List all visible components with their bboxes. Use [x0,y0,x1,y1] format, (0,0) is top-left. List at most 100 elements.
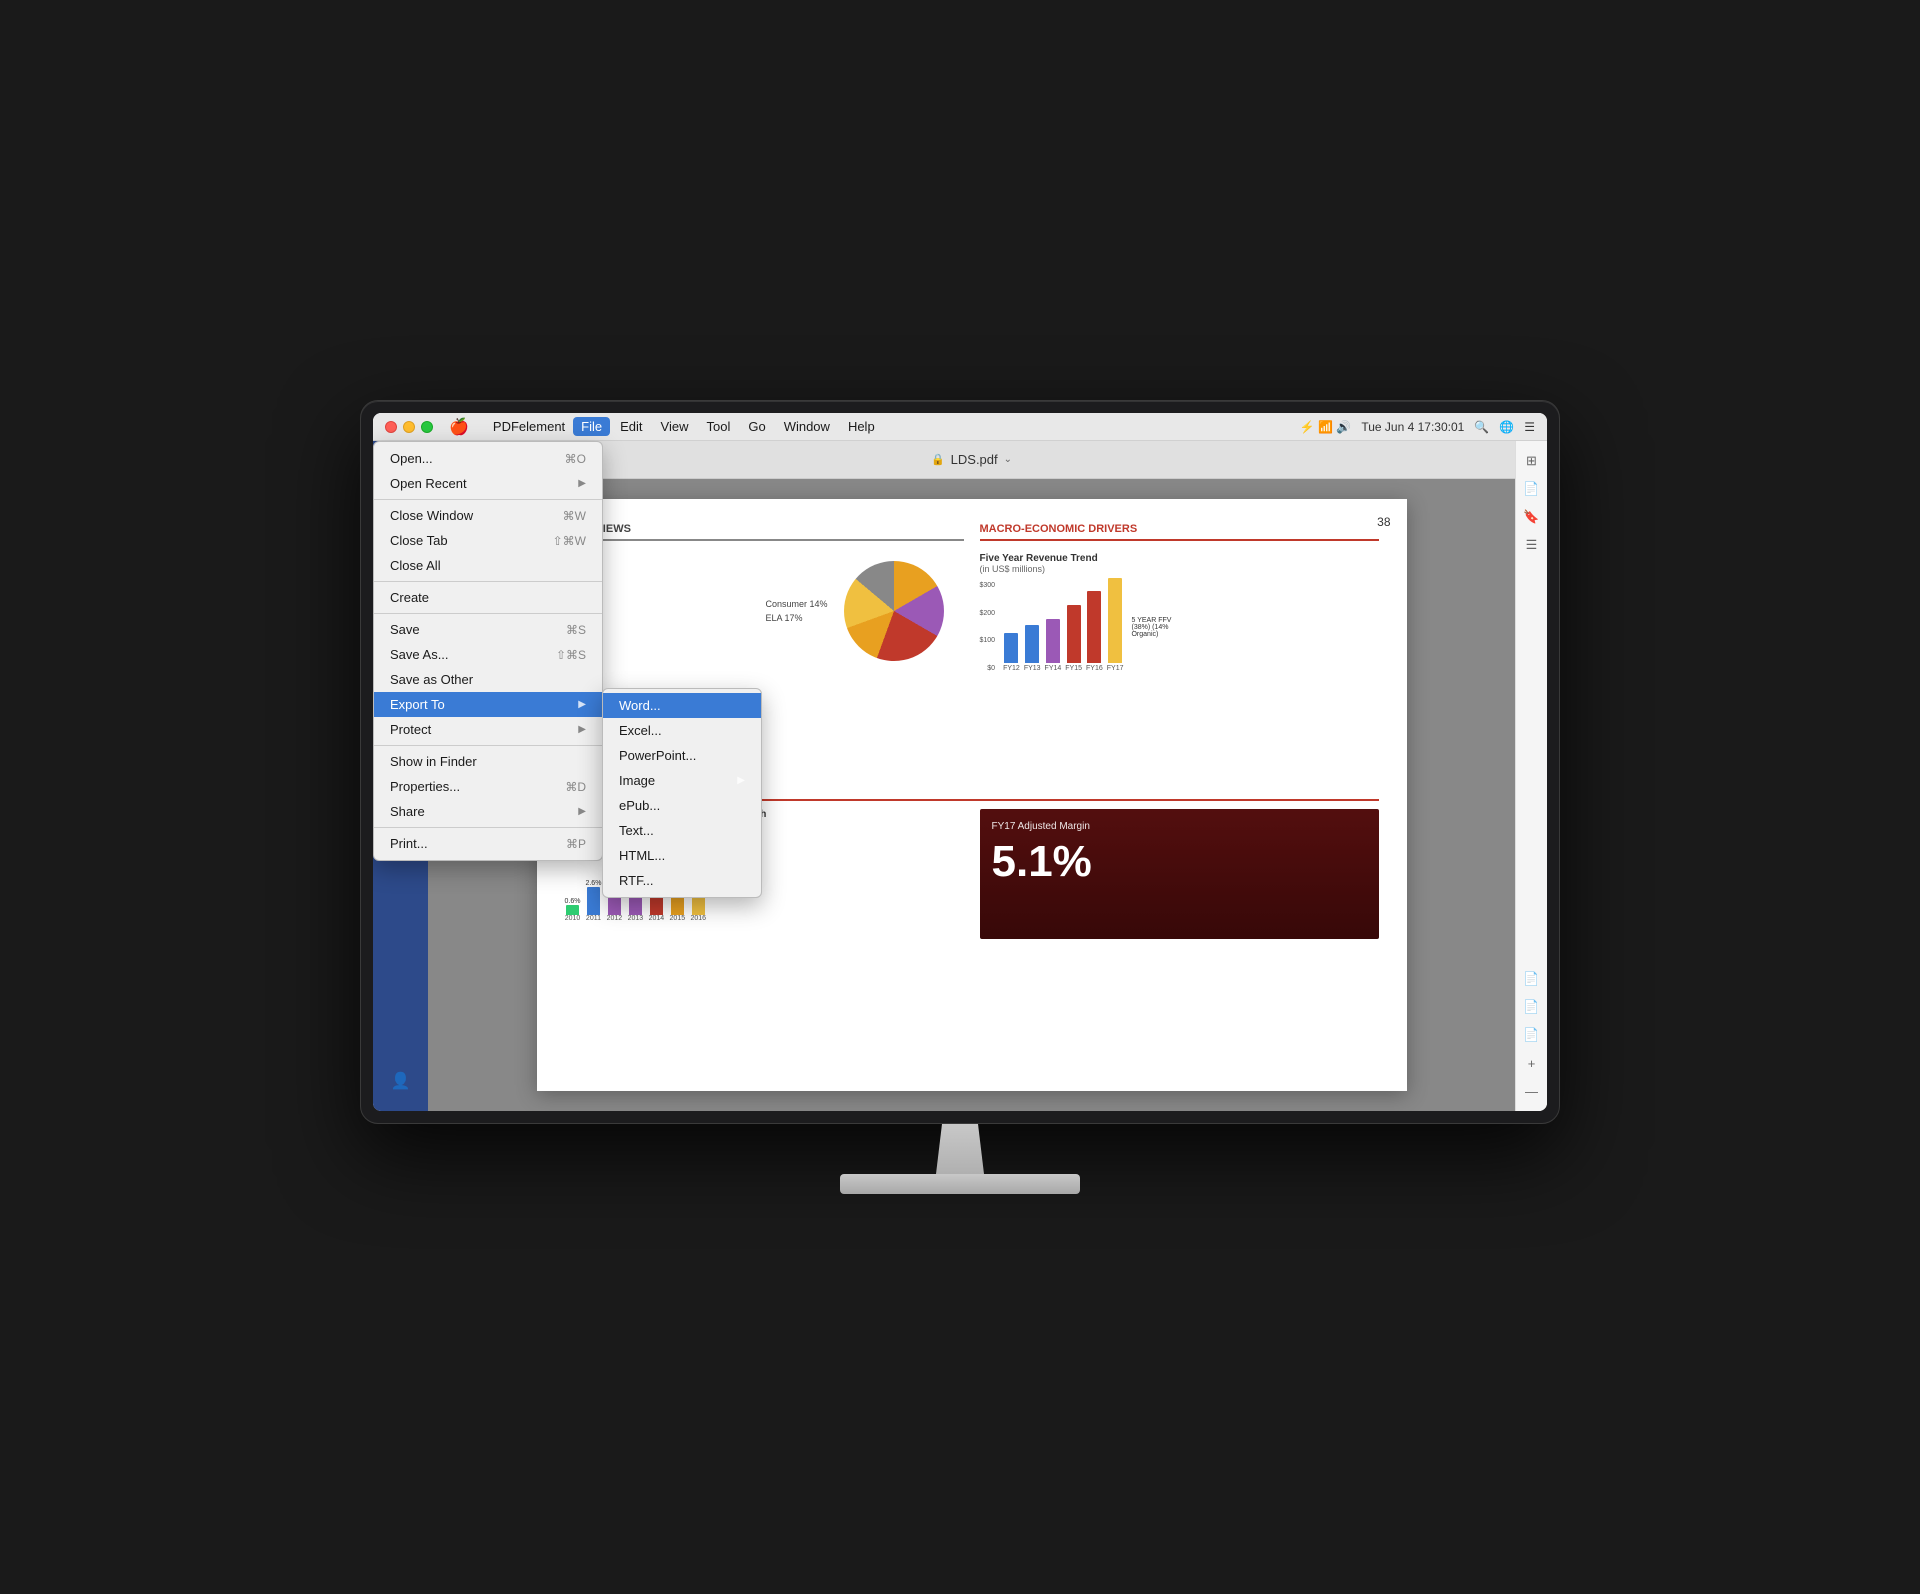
right-dl1-icon[interactable]: 📄 [1520,967,1544,991]
right-doc-icon[interactable]: 📄 [1520,477,1544,501]
submenu-image[interactable]: Image ▶ [603,768,761,793]
legend-consumer: Consumer 14% [765,599,827,609]
submenu-word-label: Word... [619,698,661,713]
submenu-html[interactable]: HTML... [603,843,761,868]
right-minus-icon[interactable]: — [1520,1079,1544,1103]
submenu-excel-label: Excel... [619,723,662,738]
traffic-lights [385,421,433,433]
tab-chevron-icon[interactable]: ⌄ [1004,454,1012,465]
separator-1 [374,499,602,500]
submenu-epub[interactable]: ePub... [603,793,761,818]
maximize-button[interactable] [421,421,433,433]
rev-bar-fy13: FY13 [1024,625,1041,672]
menubar-globe-icon[interactable]: 🌐 [1499,420,1514,434]
submenu-text[interactable]: Text... [603,818,761,843]
menubar-file[interactable]: File [573,417,610,436]
right-bottom: 📄 📄 📄 + — [1520,967,1544,1103]
menu-save-as-other-label: Save as Other [390,672,473,687]
legend-ela: ELA 17% [765,613,827,623]
submenu-powerpoint[interactable]: PowerPoint... [603,743,761,768]
menu-protect[interactable]: Protect ▶ [374,717,602,742]
menubar-help[interactable]: Help [840,417,883,436]
minimize-button[interactable] [403,421,415,433]
right-add-icon[interactable]: + [1520,1051,1544,1075]
macro-title: MACRO-ECONOMIC DRIVERS [980,523,1379,541]
close-button[interactable] [385,421,397,433]
tab-title: 🔒 LDS.pdf ⌄ [931,452,1012,467]
menubar-window[interactable]: Window [776,417,838,436]
submenu-rtf-label: RTF... [619,873,653,888]
submenu-powerpoint-label: PowerPoint... [619,748,696,763]
menubar-tool[interactable]: Tool [698,417,738,436]
open-recent-arrow: ▶ [578,478,586,489]
menu-export-to[interactable]: Export To ▶ Word... Excel... [374,692,602,717]
menubar-search-icon[interactable]: 🔍 [1474,420,1489,434]
protect-arrow: ▶ [578,724,586,735]
menu-save[interactable]: Save ⌘S [374,617,602,642]
right-grid-icon[interactable]: ⊞ [1520,449,1544,473]
fy17-label: FY17 Adjusted Margin [992,821,1367,832]
menu-create-label: Create [390,590,429,605]
separator-3 [374,613,602,614]
menubar-view[interactable]: View [653,417,697,436]
right-list-icon[interactable]: ☰ [1520,533,1544,557]
menu-print-shortcut: ⌘P [566,837,586,851]
menu-print-label: Print... [390,836,428,851]
right-panel: ⊞ 📄 🔖 ☰ 📄 📄 📄 + — [1515,441,1547,1111]
menu-open[interactable]: Open... ⌘O [374,446,602,471]
menubar-edit[interactable]: Edit [612,417,650,436]
log-bar-2010: 0.6% 2010 [565,898,581,922]
menubar-list-icon[interactable]: ☰ [1524,420,1535,434]
submenu-rtf[interactable]: RTF... [603,868,761,893]
right-dl2-icon[interactable]: 📄 [1520,995,1544,1019]
submenu-excel[interactable]: Excel... [603,718,761,743]
log-bar-2011: 2.6% 2011 [585,880,601,922]
apple-logo[interactable]: 🍎 [449,417,469,437]
rev-bar-fy15: FY15 [1065,605,1082,672]
right-dl3-icon[interactable]: 📄 [1520,1023,1544,1047]
menu-properties-label: Properties... [390,779,460,794]
image-arrow: ▶ [737,775,745,786]
menubar-pdfelement[interactable]: PDFelement [485,417,573,436]
menu-save-as[interactable]: Save As... ⇧⌘S [374,642,602,667]
menu-close-tab-shortcut: ⇧⌘W [553,534,586,548]
submenu-word[interactable]: Word... [603,693,761,718]
menu-open-recent-label: Open Recent [390,476,467,491]
right-bookmark-icon[interactable]: 🔖 [1520,505,1544,529]
menu-protect-label: Protect [390,722,431,737]
menu-open-label: Open... [390,451,433,466]
menu-save-as-label: Save As... [390,647,449,662]
menu-open-recent[interactable]: Open Recent ▶ [374,471,602,496]
sidebar-icon-user[interactable]: 👤 [383,1063,419,1099]
menubar-items: File Edit View Tool Go Window Help [573,417,883,436]
menu-save-shortcut: ⌘S [566,623,586,637]
menu-create[interactable]: Create [374,585,602,610]
menu-open-shortcut: ⌘O [565,452,586,466]
menu-share-label: Share [390,804,425,819]
rev-note: 5 YEAR FFV (38%) (14% Organic) [1131,617,1191,638]
pdf-right-top: MACRO-ECONOMIC DRIVERS Five Year Revenue… [980,523,1379,783]
menubar-icons: ⚡ 📶 🔊 [1300,420,1352,434]
menu-close-all[interactable]: Close All [374,553,602,578]
menu-save-as-other[interactable]: Save as Other [374,667,602,692]
monitor-neck [930,1124,990,1174]
menubar: 🍎 PDFelement File Edit View Tool Go Wind… [373,413,1547,441]
menu-show-finder[interactable]: Show in Finder [374,749,602,774]
monitor-base [840,1174,1080,1194]
menu-close-window[interactable]: Close Window ⌘W [374,503,602,528]
submenu-html-label: HTML... [619,848,665,863]
pie-chart [844,561,944,661]
lock-icon: 🔒 [931,453,945,466]
menu-close-tab[interactable]: Close Tab ⇧⌘W [374,528,602,553]
file-menu: Open... ⌘O Open Recent ▶ Close Window ⌘W [373,441,603,861]
menu-print[interactable]: Print... ⌘P [374,831,602,856]
menubar-go[interactable]: Go [740,417,773,436]
menu-share[interactable]: Share ▶ [374,799,602,824]
menu-properties[interactable]: Properties... ⌘D [374,774,602,799]
menu-properties-shortcut: ⌘D [565,780,586,794]
fy17-section: FY17 Adjusted Margin 5.1% [980,809,1379,939]
separator-2 [374,581,602,582]
menubar-right: ⚡ 📶 🔊 Tue Jun 4 17:30:01 🔍 🌐 ☰ [1300,420,1535,434]
separator-5 [374,827,602,828]
rev-bars: FY12 FY13 [1003,582,1123,672]
